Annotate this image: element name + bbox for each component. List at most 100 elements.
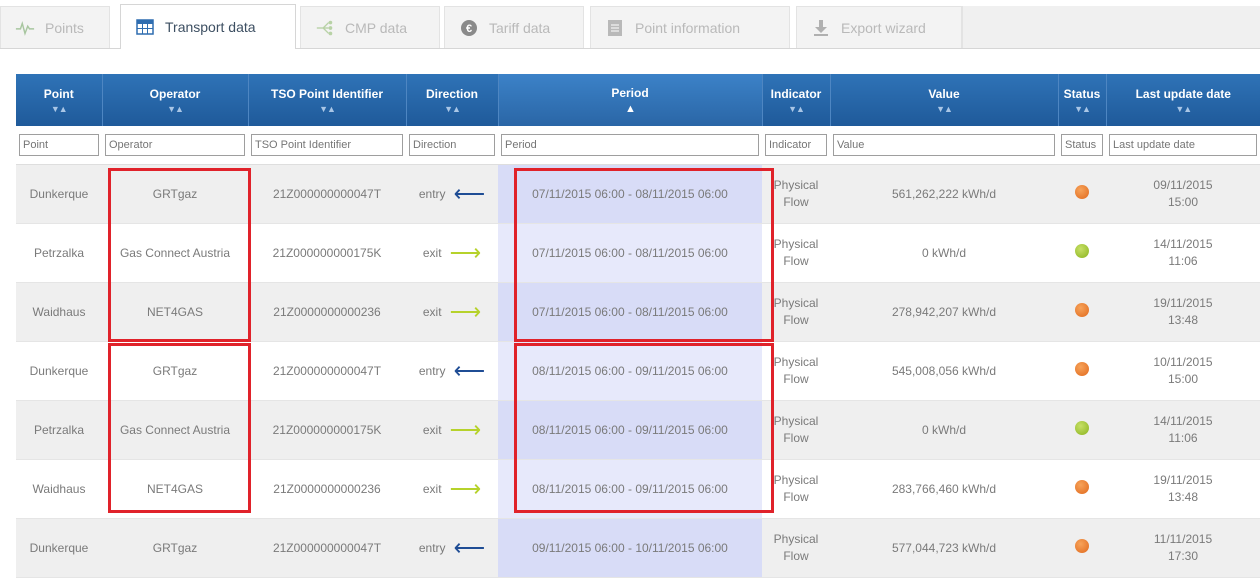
column-header-direction[interactable]: Direction ▼▲ [406, 74, 498, 126]
download-icon [811, 18, 831, 38]
cell-last-update-date: 19/11/2015 13:48 [1106, 460, 1260, 519]
cell-value: 545,008,056 kWh/d [830, 342, 1058, 401]
sort-icon[interactable]: ▼▲ [103, 104, 248, 114]
cell-period: 09/11/2015 06:00 - 10/11/2015 06:00 [498, 519, 762, 578]
cell-direction: entry⟵ [406, 342, 498, 401]
filter-cell [1106, 126, 1260, 165]
sort-icon[interactable]: ▼▲ [249, 104, 406, 114]
filter-period-input[interactable] [501, 134, 759, 156]
filter-last-update-input[interactable] [1109, 134, 1257, 156]
direction-label: exit [423, 304, 442, 321]
cell-last-update-date: 14/11/201511:06 [1106, 401, 1260, 460]
sort-icon[interactable]: ▼▲ [831, 104, 1058, 114]
tab-bar-filler [962, 6, 1260, 48]
filter-status-input[interactable] [1061, 134, 1103, 156]
tab-tariff-data[interactable]: € Tariff data [444, 6, 584, 48]
cell-last-update-date: 09/11/201515:00 [1106, 165, 1260, 224]
sort-icon[interactable]: ▼▲ [1059, 104, 1106, 114]
column-header-value[interactable]: Value▼▲ [830, 74, 1058, 126]
header-row: Point ▼▲ Operator ▼▲ TSO Point Identifier▼… [16, 74, 1260, 126]
filter-cell [1058, 126, 1106, 165]
filter-cell [406, 126, 498, 165]
tab-points[interactable]: Points [0, 6, 110, 48]
filter-cell [498, 126, 762, 165]
direction-label: entry [419, 186, 446, 203]
cell-last-update-date: 11/11/201517:30 [1106, 519, 1260, 578]
cell-operator: Gas Connect Austria [102, 401, 248, 460]
table-row[interactable]: PetrzalkaGas Connect Austria21Z000000000… [16, 224, 1260, 283]
tab-bar: Points Transport data CMP data € Tariff … [0, 0, 1260, 50]
column-header-indicator[interactable]: Indicator▼▲ [762, 74, 830, 126]
column-header-period[interactable]: Period ▲ [498, 74, 762, 126]
column-header-point[interactable]: Point ▼▲ [16, 74, 102, 126]
column-title: Direction [426, 87, 478, 101]
column-title: Point [44, 87, 74, 101]
tab-point-information[interactable]: Point information [590, 6, 790, 48]
filter-cell [102, 126, 248, 165]
cell-value: 577,044,723 kWh/d [830, 519, 1058, 578]
cell-direction: exit⟶ [406, 224, 498, 283]
cell-status [1058, 224, 1106, 283]
cell-value: 278,942,207 kWh/d [830, 283, 1058, 342]
status-orange-icon [1075, 480, 1089, 494]
update-time: 15:00 [1168, 195, 1198, 209]
sort-icon[interactable]: ▼▲ [16, 104, 102, 114]
transport-data-table: Point ▼▲ Operator ▼▲ TSO Point Identifier▼… [16, 74, 1260, 578]
cell-tso-point-identifier: 21Z000000000047T [248, 519, 406, 578]
cell-operator: GRTgaz [102, 165, 248, 224]
cell-last-update-date: 19/11/201513:48 [1106, 283, 1260, 342]
sort-icon[interactable]: ▼▲ [763, 104, 830, 114]
update-time: 11:06 [1168, 431, 1197, 445]
sort-ascending-icon[interactable]: ▲ [499, 103, 762, 115]
filter-tso-input[interactable] [251, 134, 403, 156]
cell-point: Dunkerque [16, 165, 102, 224]
cell-direction: exit⟶ [406, 460, 498, 519]
update-time: 17:30 [1168, 549, 1198, 563]
sort-icon[interactable]: ▼▲ [407, 104, 498, 114]
cell-value: 0 kWh/d [830, 224, 1058, 283]
sort-icon[interactable]: ▼▲ [1107, 104, 1260, 114]
cell-period: 07/11/2015 06:00 - 08/11/2015 06:00 [498, 165, 762, 224]
table-row[interactable]: DunkerqueGRTgaz21Z000000000047Tentry⟵09/… [16, 519, 1260, 578]
cell-last-update-date: 14/11/201511:06 [1106, 224, 1260, 283]
update-date: 19/11/2015 [1153, 296, 1212, 310]
column-header-tso-point-identifier[interactable]: TSO Point Identifier▼▲ [248, 74, 406, 126]
document-icon [605, 18, 625, 38]
filter-value-input[interactable] [833, 134, 1055, 156]
tab-label: Points [45, 20, 84, 36]
direction-label: exit [423, 422, 442, 439]
share-icon [315, 18, 335, 38]
table-row[interactable]: DunkerqueGRTgaz21Z000000000047Tentry⟵08/… [16, 342, 1260, 401]
table-row[interactable]: WaidhausNET4GAS21Z0000000000236exit⟶07/1… [16, 283, 1260, 342]
entry-arrow-icon: ⟵ [454, 542, 486, 554]
cell-period: 07/11/2015 06:00 - 08/11/2015 06:00 [498, 283, 762, 342]
cell-operator: GRTgaz [102, 519, 248, 578]
filter-direction-input[interactable] [409, 134, 495, 156]
column-header-last-update-date[interactable]: Last update date▼▲ [1106, 74, 1260, 126]
column-header-status[interactable]: Status▼▲ [1058, 74, 1106, 126]
table-row[interactable]: DunkerqueGRTgaz21Z000000000047Tentry⟵07/… [16, 165, 1260, 224]
filter-indicator-input[interactable] [765, 134, 827, 156]
cell-value: 561,262,222 kWh/d [830, 165, 1058, 224]
status-orange-icon [1075, 303, 1089, 317]
update-date: 10/11/2015 [1153, 355, 1212, 369]
cell-indicator: Physical Flow [762, 224, 830, 283]
column-title: Operator [150, 87, 201, 101]
column-title: Period [611, 86, 648, 100]
status-orange-icon [1075, 185, 1089, 199]
table-row[interactable]: PetrzalkaGas Connect Austria21Z000000000… [16, 401, 1260, 460]
cell-period: 08/11/2015 06:00 - 09/11/2015 06:00 [498, 460, 762, 519]
table-row[interactable]: WaidhausNET4GAS21Z0000000000236exit⟶08/1… [16, 460, 1260, 519]
svg-text:€: € [466, 23, 472, 35]
filter-point-input[interactable] [19, 134, 99, 156]
tab-export-wizard[interactable]: Export wizard [796, 6, 962, 48]
cell-period: 08/11/2015 06:00 - 09/11/2015 06:00 [498, 342, 762, 401]
update-date: 19/11/2015 [1153, 473, 1212, 487]
exit-arrow-icon: ⟶ [450, 424, 482, 436]
column-header-operator[interactable]: Operator ▼▲ [102, 74, 248, 126]
filter-operator-input[interactable] [105, 134, 245, 156]
update-time: 13:48 [1168, 490, 1198, 504]
cell-point: Dunkerque [16, 519, 102, 578]
tab-transport-data[interactable]: Transport data [120, 4, 296, 49]
tab-cmp-data[interactable]: CMP data [300, 6, 440, 48]
